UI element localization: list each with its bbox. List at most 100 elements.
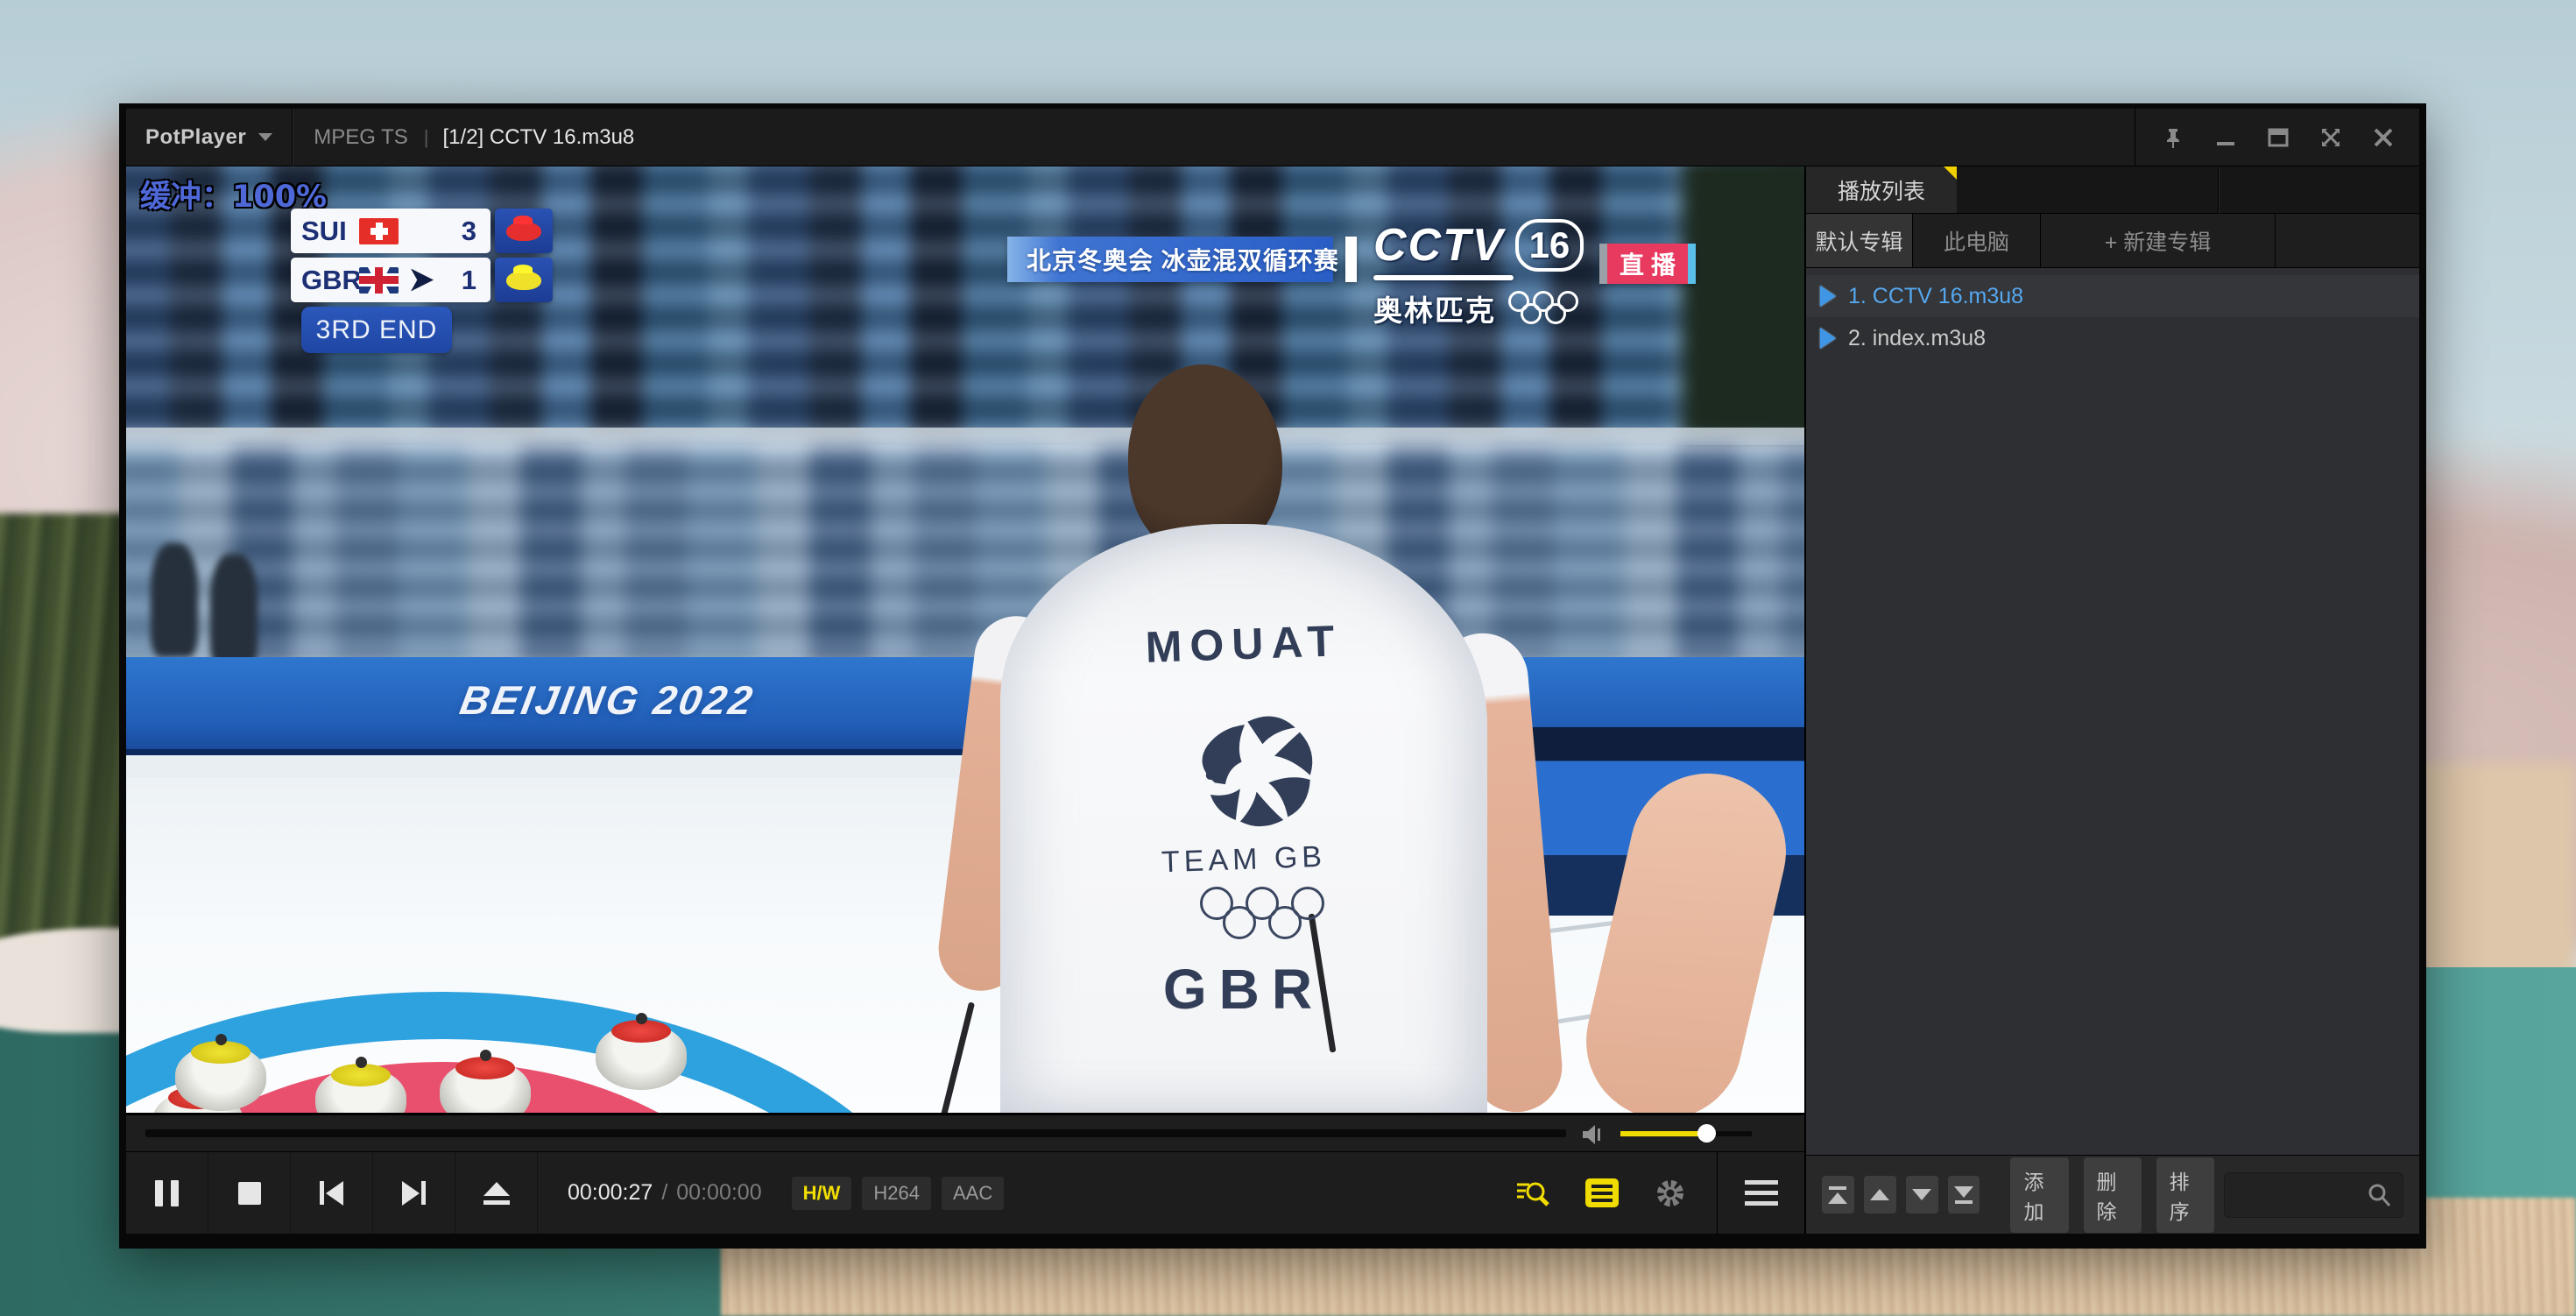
live-badge: 直播: [1599, 244, 1696, 284]
official-figure: [151, 543, 198, 657]
scoreboard: SUI 3 GBR 1: [291, 209, 553, 353]
add-button[interactable]: 添加: [2010, 1157, 2068, 1233]
seek-bar[interactable]: [145, 1129, 1566, 1137]
next-icon: [402, 1181, 426, 1206]
time-current: 00:00:27: [568, 1180, 653, 1206]
move-bottom-button[interactable]: [1948, 1176, 1980, 1213]
menu-hamburger-button[interactable]: [1717, 1152, 1804, 1234]
browse-search-icon[interactable]: [1515, 1178, 1550, 1209]
olympic-rings-icon: [1508, 289, 1603, 328]
tab-corner-marker-icon: [1944, 166, 1957, 180]
playlist-search-input[interactable]: [2224, 1172, 2403, 1218]
pin-icon[interactable]: [2160, 124, 2186, 151]
tab-new-album[interactable]: + 新建专辑: [2041, 214, 2276, 267]
previous-button[interactable]: [291, 1152, 373, 1234]
curling-stone-yellow: [175, 1034, 266, 1111]
time-total: 00:00:00: [676, 1180, 761, 1206]
move-up-button[interactable]: [1864, 1176, 1896, 1213]
move-top-button[interactable]: [1822, 1176, 1854, 1213]
tab-playlist[interactable]: 播放列表: [1806, 166, 1957, 213]
playlist-item[interactable]: 2. index.m3u8: [1806, 317, 2419, 359]
channel-subtitle-text: 奥林匹克: [1373, 287, 1496, 329]
live-badge-left-strip: [1599, 244, 1607, 284]
team1-score: 3: [462, 216, 480, 247]
video-area[interactable]: BEIJING 2022: [126, 166, 1804, 1113]
minimize-icon[interactable]: [2213, 124, 2239, 151]
seek-row: [126, 1113, 1804, 1151]
yellow-stone-icon: [506, 271, 541, 290]
media-title: [1/2] CCTV 16.m3u8: [443, 125, 635, 150]
speaker-icon[interactable]: [1580, 1122, 1606, 1147]
great-britain-flag-icon: [359, 267, 399, 294]
crowd-stands-lower: [126, 445, 1804, 664]
titlebar-divider: [292, 109, 293, 166]
tab-default-album[interactable]: 默认专辑: [1806, 214, 1913, 267]
sort-button[interactable]: 排序: [2156, 1157, 2214, 1233]
pause-button[interactable]: [126, 1152, 208, 1234]
volume-fill: [1620, 1131, 1707, 1136]
event-caption-banner: 北京冬奥会 冰壶混双循环赛: [1007, 237, 1333, 282]
album-tab-strip: 默认专辑 此电脑 + 新建专辑: [1806, 214, 2419, 268]
app-menu-button[interactable]: PotPlayer: [126, 125, 246, 150]
team2-score: 1: [462, 265, 480, 296]
control-bar: 00:00:27 / 00:00:00 H/W H264 AAC: [126, 1151, 1804, 1234]
team1-stone-indicator: [495, 209, 553, 253]
time-separator: /: [661, 1180, 667, 1206]
maximize-icon[interactable]: [2265, 124, 2291, 151]
settings-gear-icon[interactable]: [1654, 1177, 1687, 1210]
search-icon: [2366, 1182, 2392, 1208]
playlist-tab-label: 播放列表: [1838, 174, 1925, 206]
media-format-label: MPEG TS: [314, 125, 408, 150]
team2-stone-indicator: [495, 258, 553, 302]
live-badge-text: 直播: [1607, 244, 1688, 284]
stands-rail: [126, 428, 1804, 445]
play-triangle-icon: [1820, 328, 1836, 349]
shirt-country-text: GBR: [1000, 957, 1487, 1022]
scoreboard-row-gbr: GBR 1: [291, 258, 553, 302]
close-icon[interactable]: [2370, 124, 2396, 151]
delete-button[interactable]: 删除: [2084, 1157, 2142, 1233]
chevron-down-icon[interactable]: [258, 133, 272, 141]
play-triangle-icon: [1820, 286, 1836, 307]
stop-button[interactable]: [208, 1152, 291, 1234]
playlist-item-label: 1. CCTV 16.m3u8: [1848, 284, 2023, 309]
switzerland-flag-icon: [359, 218, 399, 244]
volume-slider[interactable]: [1620, 1131, 1752, 1136]
camera-tower: [1682, 166, 1804, 438]
official-figure: [210, 554, 258, 668]
event-caption-text: 北京冬奥会 冰壶混双循环赛: [1027, 242, 1339, 277]
fullscreen-icon[interactable]: [2318, 124, 2344, 151]
curling-stone-red: [596, 1013, 687, 1090]
potplayer-window: PotPlayer MPEG TS | [1/2] CCTV 16.m3u8: [119, 103, 2426, 1249]
end-label: 3RD END: [301, 307, 452, 353]
curling-stone-red: [440, 1050, 531, 1113]
channel-logo-underline: [1373, 275, 1514, 280]
playlist-panel: 播放列表 默认专辑 此电脑 + 新建专辑 1. CCTV 16.m3u8 2. …: [1804, 166, 2419, 1234]
tab-this-pc[interactable]: 此电脑: [1913, 214, 2041, 267]
open-eject-button[interactable]: [455, 1152, 538, 1234]
pause-icon: [155, 1180, 179, 1206]
volume-knob[interactable]: [1697, 1124, 1716, 1143]
playlist-item-label: 2. index.m3u8: [1848, 326, 1986, 351]
video-codec-badge: H264: [862, 1177, 931, 1210]
channel-logo: CCTV 16 奥林匹克: [1373, 219, 1603, 329]
time-display: 00:00:27 / 00:00:00: [538, 1152, 792, 1234]
scoreboard-row-sui: SUI 3: [291, 209, 553, 253]
previous-icon: [320, 1181, 343, 1206]
playlist-toggle-icon[interactable]: [1585, 1178, 1619, 1207]
team-gb-lion-icon: [1170, 690, 1319, 839]
rink-text: BEIJING 2022: [456, 676, 759, 724]
playlist-item-current[interactable]: 1. CCTV 16.m3u8: [1806, 275, 2419, 317]
team2-name: GBR: [301, 265, 359, 296]
team1-name: SUI: [301, 216, 359, 247]
hammer-indicator-icon: [411, 269, 434, 292]
control-bar-right: [1515, 1152, 1717, 1234]
next-button[interactable]: [373, 1152, 455, 1234]
playlist-bottom-bar: 添加 删除 排序: [1806, 1155, 2419, 1234]
titlebar[interactable]: PotPlayer MPEG TS | [1/2] CCTV 16.m3u8: [126, 109, 2419, 166]
audio-codec-badge: AAC: [942, 1177, 1004, 1210]
playlist-tab-strip: 播放列表: [1806, 166, 2419, 214]
move-down-button[interactable]: [1906, 1176, 1938, 1213]
titlebar-separator: |: [424, 126, 429, 149]
eject-icon: [483, 1182, 510, 1205]
